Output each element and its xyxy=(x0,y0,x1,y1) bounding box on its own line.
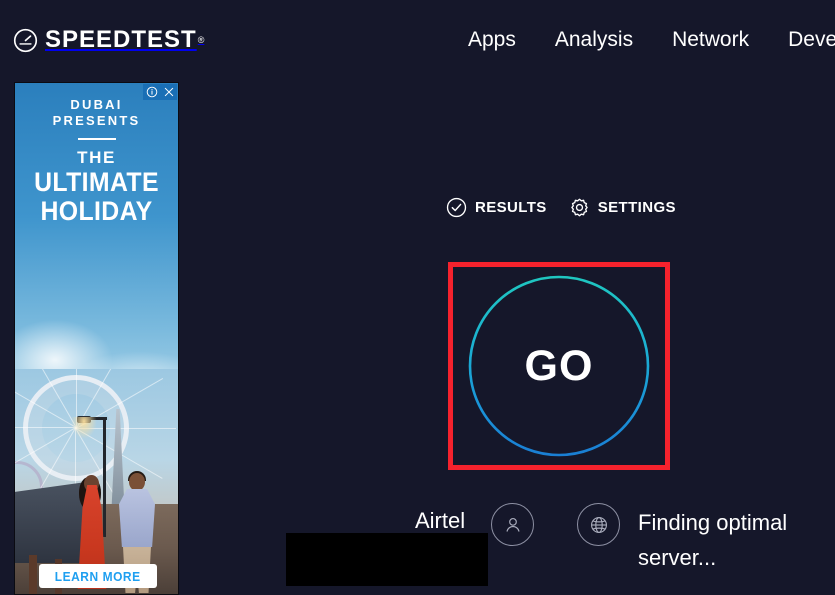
gear-icon xyxy=(569,197,590,218)
nav-item-apps[interactable]: Apps xyxy=(468,28,516,52)
adchoices-controls xyxy=(143,84,177,100)
ad-photo-man xyxy=(119,489,155,547)
go-button-region: GO xyxy=(448,262,670,470)
nav-item-network[interactable]: Network xyxy=(672,28,749,52)
redaction-box xyxy=(286,533,488,586)
ad-headline-line1: ULTIMATE xyxy=(34,167,159,197)
logo-wordmark: SPEEDTEST xyxy=(45,26,197,53)
nav-item-analysis[interactable]: Analysis xyxy=(555,28,633,52)
server-status-text: Finding optimal server... xyxy=(638,510,788,570)
adchoices-info-icon[interactable] xyxy=(143,84,160,100)
check-circle-icon xyxy=(446,197,467,218)
isp-name: Airtel xyxy=(415,508,466,533)
main-nav: Apps Analysis Network Develo xyxy=(468,0,835,80)
ad-divider-rule xyxy=(77,138,116,140)
ad-learn-more-button[interactable]: LEARN MORE xyxy=(39,564,157,588)
ad-photo xyxy=(15,369,178,594)
go-button-label: GO xyxy=(524,341,594,390)
ad-headline-the: THE xyxy=(77,148,116,167)
tab-results-label: RESULTS xyxy=(475,199,547,216)
logo-trademark: ® xyxy=(197,35,205,45)
tab-results[interactable]: RESULTS xyxy=(446,197,547,218)
ad-photo-streetlamp xyxy=(103,417,106,537)
close-icon[interactable] xyxy=(160,84,177,100)
speedometer-icon xyxy=(13,28,38,53)
ad-learn-more-label: LEARN MORE xyxy=(55,568,141,584)
site-header: SPEEDTEST ® Apps Analysis Network Develo xyxy=(0,0,835,80)
person-icon[interactable] xyxy=(491,503,534,546)
ad-photo-bollard xyxy=(29,555,37,594)
nav-item-developers[interactable]: Develo xyxy=(788,28,835,52)
go-button[interactable]: GO xyxy=(468,275,650,457)
globe-icon[interactable] xyxy=(577,503,620,546)
tab-settings-label: SETTINGS xyxy=(597,199,676,216)
ad-kicker-line2: PRESENTS xyxy=(52,113,141,128)
tab-settings[interactable]: SETTINGS xyxy=(569,197,676,218)
ad-photo-man-head xyxy=(129,473,145,491)
ad-headline-line2: HOLIDAY xyxy=(40,196,153,226)
speedtest-logo[interactable]: SPEEDTEST ® xyxy=(13,26,204,54)
speedtest-tabs: RESULTS SETTINGS xyxy=(446,197,676,218)
speedtest-page: SPEEDTEST ® Apps Analysis Network Develo xyxy=(0,0,835,595)
ad-headline-block: DUBAI PRESENTS THE ULTIMATE HOLIDAY xyxy=(15,97,178,226)
advertisement-banner[interactable]: DUBAI PRESENTS THE ULTIMATE HOLIDAY LEAR… xyxy=(14,82,179,595)
ad-photo-streetlamp-glow xyxy=(71,417,97,439)
